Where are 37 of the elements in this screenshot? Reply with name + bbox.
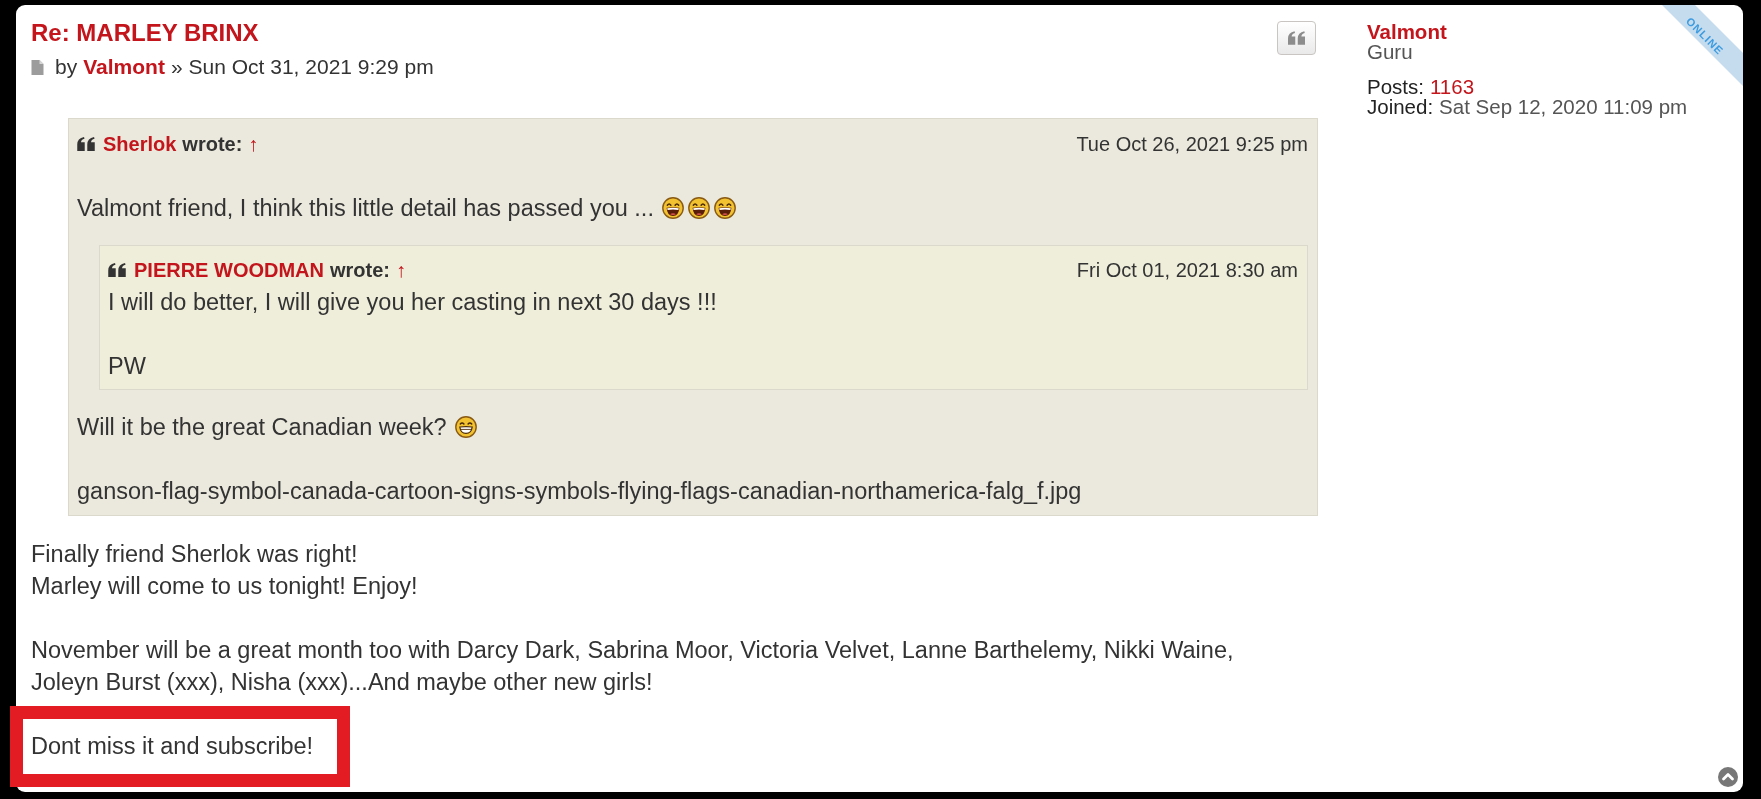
user-rank: Guru bbox=[1367, 42, 1413, 62]
quote-icon bbox=[77, 137, 95, 151]
quote-button[interactable] bbox=[1277, 21, 1316, 55]
quote-text: Valmont friend, I think this little detail has passed you ... bbox=[77, 194, 654, 223]
profile-stat-link[interactable]: 1163 bbox=[1429, 77, 1475, 97]
profile-stat-label: Posts: bbox=[1367, 77, 1424, 97]
quote-text: I will do better, I will give you her casting in next 30 days !!! bbox=[108, 288, 717, 317]
post-date: Sun Oct 31, 2021 9:29 pm bbox=[188, 55, 434, 79]
quote-text: Will it be the great Canadian week? bbox=[77, 413, 447, 442]
post-paragraph: November will be a great month too with Darcy Dark, Sabrina Moor, Victoria Velvet, Lanne Barthelemy, Nikki Waine, Joleyn Burst (xxx), Nisha (xxx)...And maybe other new girls! bbox=[31, 636, 1234, 697]
quote-text: PW bbox=[108, 352, 146, 381]
post-title[interactable]: Re: MARLEY BRINX bbox=[31, 17, 259, 48]
laughing-face-icon bbox=[713, 197, 736, 219]
profile-username-link[interactable]: Valmont bbox=[1367, 22, 1447, 42]
laughing-face-icon bbox=[661, 197, 684, 219]
laughing-face-icon bbox=[687, 197, 710, 219]
post-author-link[interactable]: Valmont bbox=[83, 55, 165, 79]
jump-to-post-link[interactable]: ↑ bbox=[396, 258, 406, 282]
quote-date: Tue Oct 26, 2021 9:25 pm bbox=[1076, 132, 1308, 156]
back-to-top-icon[interactable] bbox=[1718, 767, 1738, 787]
byline-prefix: by bbox=[55, 55, 78, 79]
quote-cite-label: wrote: bbox=[182, 132, 243, 156]
quote-author-link[interactable]: Sherlok bbox=[103, 132, 177, 156]
document-icon[interactable] bbox=[31, 59, 44, 75]
jump-to-post-link[interactable]: ↑ bbox=[248, 132, 259, 156]
quote-cite-label: wrote: bbox=[330, 258, 390, 282]
byline-separator: » bbox=[170, 55, 183, 79]
profile-stat-label: Joined: bbox=[1367, 97, 1434, 117]
grinning-face-icon bbox=[454, 416, 477, 438]
quote-date: Fri Oct 01, 2021 8:30 am bbox=[1076, 258, 1298, 282]
quote-icon bbox=[1288, 31, 1305, 45]
post-paragraph: Finally friend Sherlok was right! Marley will come to us tonight! Enjoy! bbox=[31, 540, 418, 601]
post-paragraph: Dont miss it and subscribe! bbox=[31, 732, 314, 761]
quote-text: ganson-flag-symbol-canada-cartoon-signs-symbols-flying-flags-canadian-northamerica-falg_f.jpg bbox=[77, 477, 1082, 506]
quote-author-link[interactable]: PIERRE WOODMAN bbox=[134, 258, 324, 282]
profile-stat-value: Sat Sep 12, 2020 11:09 pm bbox=[1439, 97, 1688, 117]
quote-icon bbox=[108, 263, 126, 277]
